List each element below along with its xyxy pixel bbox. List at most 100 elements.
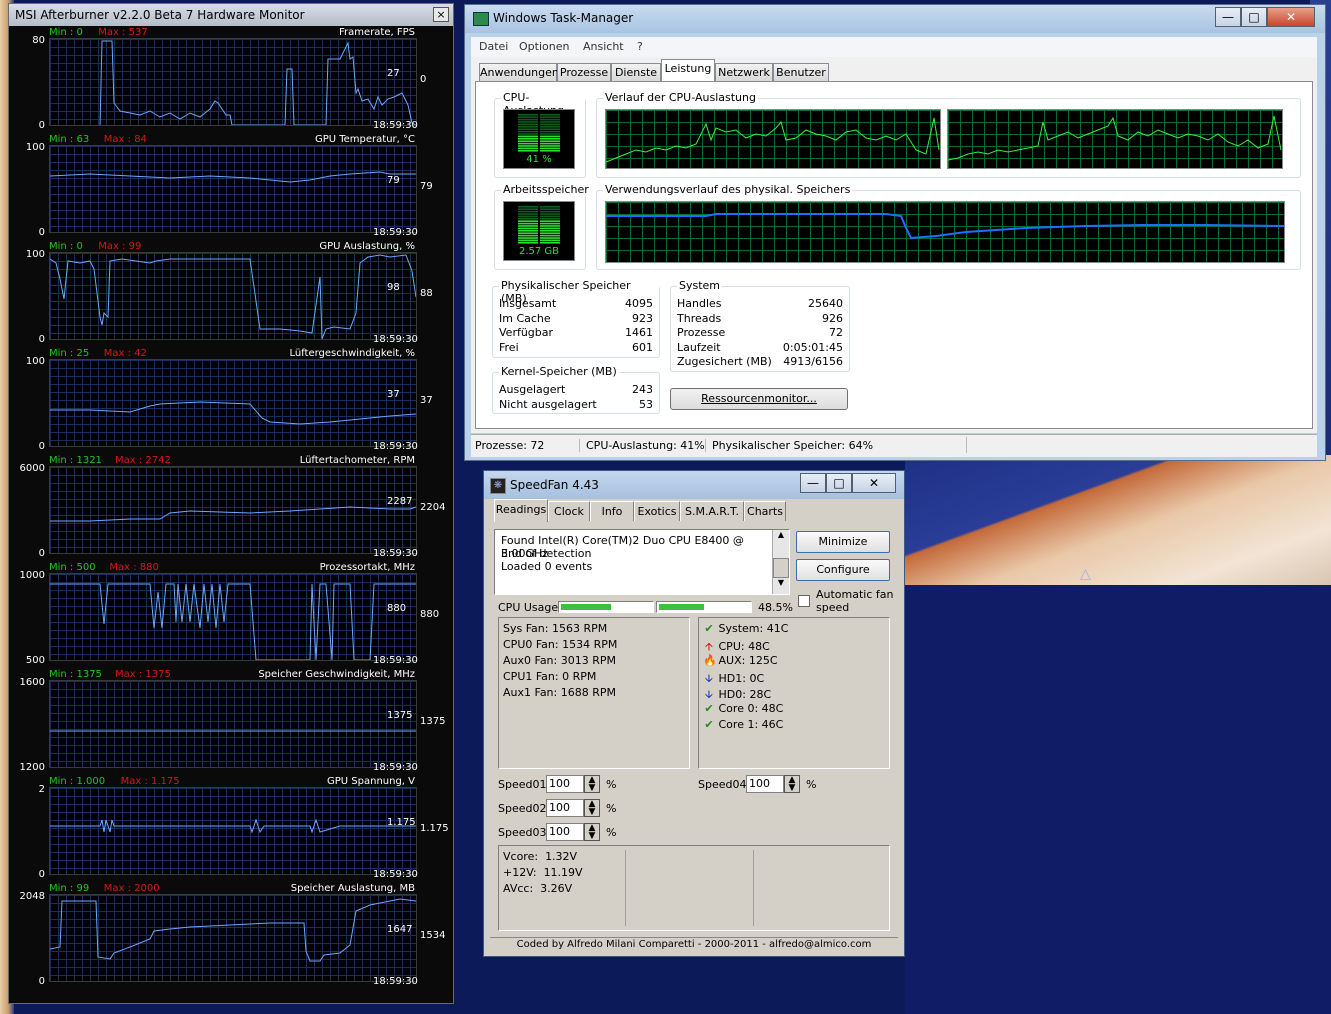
close-button[interactable]: ✕	[1267, 7, 1315, 27]
system-label: Threads	[677, 312, 722, 325]
close-button[interactable]: ×	[433, 7, 449, 22]
memory-value: 2.57 GB	[518, 246, 560, 257]
meter-segment	[518, 121, 538, 123]
graph-current: 880	[420, 609, 440, 620]
tab-netzwerk[interactable]: Netzwerk	[715, 63, 773, 81]
speed-label: Speed02:	[498, 802, 551, 815]
menu-ansicht[interactable]: Ansicht	[583, 40, 624, 53]
fan-reading: Sys Fan: 1563 RPM	[503, 622, 607, 635]
speed-input[interactable]: 100	[546, 823, 584, 841]
auto-fan-checkbox[interactable]	[798, 595, 810, 607]
memory-history-graph	[605, 201, 1285, 263]
speed-input[interactable]: 100	[546, 799, 584, 817]
speed-unit: %	[806, 778, 817, 791]
graph-7	[49, 787, 417, 875]
tab-clock[interactable]: Clock	[548, 501, 590, 521]
fan-value: 3013 RPM	[560, 654, 617, 667]
tab-benutzer[interactable]: Benutzer	[773, 63, 829, 81]
temp-label: Core 0:	[718, 702, 759, 715]
graph-6	[49, 680, 417, 768]
minimize-button[interactable]: —	[800, 473, 826, 493]
graph-min: Min : 63	[49, 134, 90, 145]
phys-value: 923	[632, 312, 653, 325]
tab-readings[interactable]: Readings	[494, 499, 548, 522]
maximize-button[interactable]: □	[1241, 7, 1267, 27]
voltages-divider	[753, 850, 754, 926]
graph-current: 79	[420, 181, 433, 192]
afterburner-title: MSI Afterburner v2.2.0 Beta 7 Hardware M…	[9, 4, 453, 26]
graph-axis-top: 6000	[19, 463, 45, 474]
graph-series	[50, 506, 417, 522]
scroll-thumb[interactable]	[773, 558, 789, 578]
maximize-button[interactable]: □	[826, 473, 852, 493]
system-title: System	[677, 279, 723, 292]
meter-segment	[518, 114, 538, 116]
graph-max: Max : 1375	[115, 669, 171, 680]
speed-input[interactable]: 100	[546, 775, 584, 793]
meter-segment	[540, 225, 560, 227]
meter-segment	[518, 140, 538, 142]
meter-segment	[540, 147, 560, 150]
meter-segment	[540, 220, 560, 222]
scroll-up-icon[interactable]: ▲	[773, 530, 789, 544]
tab-smart[interactable]: S.M.A.R.T.	[680, 501, 744, 521]
meter-segment	[540, 140, 560, 142]
graph-inner-value: 1647	[387, 924, 413, 935]
temp-label: AUX:	[718, 654, 746, 667]
spinner-icon[interactable]: ▲ ▼	[584, 823, 600, 841]
meter-segment	[518, 118, 538, 121]
graph-name: Lüftergeschwindigkeit, %	[289, 348, 415, 359]
system-value: 4913/6156	[783, 355, 843, 368]
graph-series	[49, 254, 417, 340]
voltages-divider	[625, 850, 626, 926]
system-label: Prozesse	[677, 326, 726, 339]
temp-label: HD1:	[718, 672, 746, 685]
graph-min: Min : 1.000	[49, 776, 106, 787]
speedfan-window: ❋ SpeedFan 4.43 — □ ✕ Readings Clock Inf…	[483, 470, 905, 957]
kernel-label: Ausgelagert	[499, 383, 566, 396]
taskbar-toggle-icon[interactable]: △	[1080, 566, 1091, 582]
menu-help[interactable]: ?	[637, 40, 643, 53]
menu-datei[interactable]: Datei	[479, 40, 508, 53]
graph-axis-bottom: 0	[38, 441, 45, 452]
spinner-icon[interactable]: ▲ ▼	[584, 775, 600, 793]
scroll-down-icon[interactable]: ▼	[773, 578, 789, 592]
configure-button[interactable]: Configure	[796, 559, 890, 581]
tab-charts[interactable]: Charts	[744, 501, 786, 521]
spinner-icon[interactable]: ▲ ▼	[584, 799, 600, 817]
minimize-button[interactable]: —	[1215, 7, 1241, 27]
minimize-button[interactable]: Minimize	[796, 531, 890, 553]
meter-segment	[540, 123, 560, 126]
log-scrollbar[interactable]: ▲ ▼	[772, 530, 789, 594]
tab-info[interactable]: Info	[590, 501, 634, 521]
graph-min: Min : 0	[49, 27, 83, 38]
tab-anwendungen[interactable]: Anwendungen	[479, 63, 559, 81]
tab-exotics[interactable]: Exotics	[634, 501, 680, 521]
spinner-icon[interactable]: ▲ ▼	[784, 775, 800, 793]
event-log[interactable]: Found Intel(R) Core(TM)2 Duo CPU E8400 @…	[494, 529, 790, 595]
tab-prozesse[interactable]: Prozesse	[557, 63, 611, 81]
fan-label: Sys Fan:	[503, 622, 549, 635]
temp-reading: 🔥 AUX: 125C	[703, 654, 778, 667]
tab-dienste[interactable]: Dienste	[611, 63, 661, 81]
meter-segment	[540, 121, 560, 123]
menu-optionen[interactable]: Optionen	[519, 40, 569, 53]
meter-segment	[540, 150, 560, 152]
resource-monitor-button[interactable]: Ressourcenmonitor...	[670, 388, 848, 410]
cpu-history-graph-0	[605, 109, 941, 169]
graph-axis-bottom: 500	[25, 655, 45, 666]
meter-segment	[540, 218, 560, 220]
graph-max: Max : 2742	[115, 455, 171, 466]
graph-line	[50, 583, 416, 661]
graph-series	[49, 898, 417, 962]
tab-leistung[interactable]: Leistung	[661, 59, 715, 82]
close-button[interactable]: ✕	[852, 473, 896, 493]
system-label: Handles	[677, 297, 722, 310]
speed-input[interactable]: 100	[746, 775, 784, 793]
graph-axis-bottom: 0	[38, 976, 45, 987]
status-processes: Prozesse: 72	[475, 439, 545, 452]
cpu-history-label: Verlauf der CPU-Auslastung	[603, 91, 758, 104]
graph-inner-value: 37	[387, 389, 400, 400]
temps-panel: ✔ System: 41C 🡩 CPU: 48C 🔥 AUX: 125C 🡫 HD1:…	[698, 617, 890, 769]
auto-fan-label[interactable]: Automatic fan speed	[816, 588, 898, 614]
